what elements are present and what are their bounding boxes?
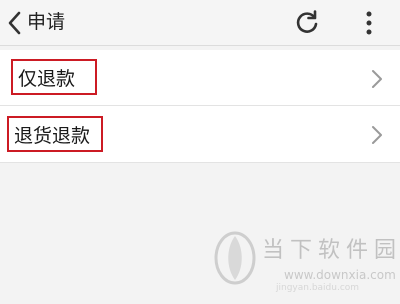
watermark-url: www.downxia.com <box>284 268 396 282</box>
refund-type-list: 仅退款 退货退款 <box>0 50 400 163</box>
downxia-logo-icon <box>214 231 256 285</box>
option-label: 退货退款 <box>7 116 103 152</box>
watermark-text: 当下软件园 <box>262 238 400 263</box>
watermark: 当下软件园 www.downxia.com jingyan.baidu.com <box>212 228 398 300</box>
chevron-left-icon[interactable] <box>4 9 26 37</box>
page-title: 申请 <box>27 11 66 33</box>
chevron-right-icon <box>372 70 382 88</box>
app-header: 申请 <box>0 0 400 46</box>
refresh-icon[interactable] <box>293 8 321 36</box>
watermark-source: jingyan.baidu.com <box>276 283 360 293</box>
option-refund-only[interactable]: 仅退款 <box>0 50 400 106</box>
chevron-right-icon <box>372 126 382 144</box>
option-return-and-refund[interactable]: 退货退款 <box>0 106 400 163</box>
option-label: 仅退款 <box>11 59 97 95</box>
more-vertical-icon[interactable] <box>359 9 379 37</box>
